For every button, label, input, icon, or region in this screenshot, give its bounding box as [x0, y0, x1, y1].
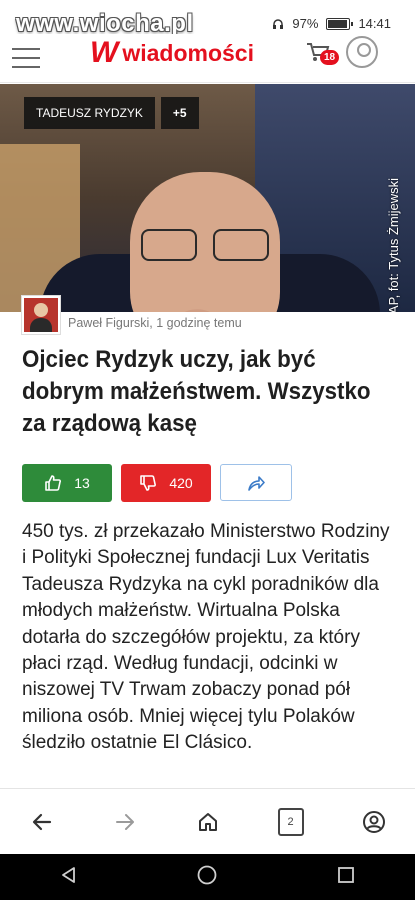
arrow-right-icon: [115, 814, 134, 830]
share-icon: [248, 475, 265, 491]
browser-toolbar: 2: [0, 788, 415, 855]
triangle-back-icon: [61, 866, 75, 883]
dislike-button[interactable]: 420: [121, 464, 211, 502]
square-recents-icon: [338, 866, 355, 883]
status-bar: www.wiocha.pl 97% 14:41: [0, 0, 415, 37]
dislike-count: 420: [169, 475, 193, 491]
article-title: Ojciec Rydzyk uczy, jak być dobrym małże…: [22, 346, 371, 437]
logo-mark: W: [90, 36, 118, 69]
circle-home-icon: [198, 865, 217, 884]
like-button[interactable]: 13: [22, 464, 112, 502]
battery-icon: [326, 17, 354, 30]
nav-back-button[interactable]: [59, 865, 79, 890]
author-avatar[interactable]: [22, 296, 60, 334]
back-button[interactable]: [22, 802, 62, 842]
status-icons: 97% 14:41: [272, 16, 391, 31]
reaction-bar: 13 420: [22, 464, 292, 502]
app-header: W wiadomości 18: [0, 34, 415, 83]
share-button[interactable]: [220, 464, 292, 501]
tag-list: TADEUSZ RYDZYK +5: [24, 97, 199, 129]
system-nav-bar: [0, 854, 415, 900]
hero-photo: TADEUSZ RYDZYK +5 Źródło: PAP, fot: Tytu…: [0, 84, 415, 312]
photo-subject-glasses: [135, 229, 275, 261]
author-meta: Paweł Figurski, 1 godzinę temu: [68, 316, 242, 330]
thumbs-up-icon: [45, 475, 62, 491]
headphones-icon: [273, 18, 284, 29]
cart-badge: 18: [320, 50, 340, 65]
like-count: 13: [74, 475, 90, 491]
forward-button[interactable]: [105, 802, 145, 842]
tabs-count: 2: [277, 808, 304, 836]
account-icon[interactable]: [346, 36, 378, 68]
photo-credit: Źródło: PAP, fot: Tytus Żmijewski: [386, 178, 401, 312]
profile-button[interactable]: [354, 802, 394, 842]
site-logo[interactable]: W wiadomości: [90, 36, 254, 70]
nav-home-button[interactable]: [196, 864, 218, 891]
tag-chip[interactable]: TADEUSZ RYDZYK: [24, 97, 155, 129]
menu-icon[interactable]: [12, 48, 40, 68]
thumbs-down-icon: [140, 475, 157, 491]
article-lead: 450 tys. zł przekazało Ministerstwo Rodz…: [22, 521, 390, 754]
user-circle-icon: [362, 811, 385, 833]
battery-percent: 97%: [292, 16, 319, 31]
home-button[interactable]: [188, 802, 228, 842]
tag-more-chip[interactable]: +5: [160, 97, 199, 129]
home-icon: [198, 813, 217, 831]
clock: 14:41: [358, 16, 391, 31]
author-row: Paweł Figurski, 1 godzinę temu: [22, 296, 242, 334]
nav-recents-button[interactable]: [336, 865, 356, 890]
arrow-left-icon: [32, 813, 51, 831]
logo-text: wiadomości: [122, 39, 254, 66]
tabs-button[interactable]: 2: [271, 802, 311, 842]
